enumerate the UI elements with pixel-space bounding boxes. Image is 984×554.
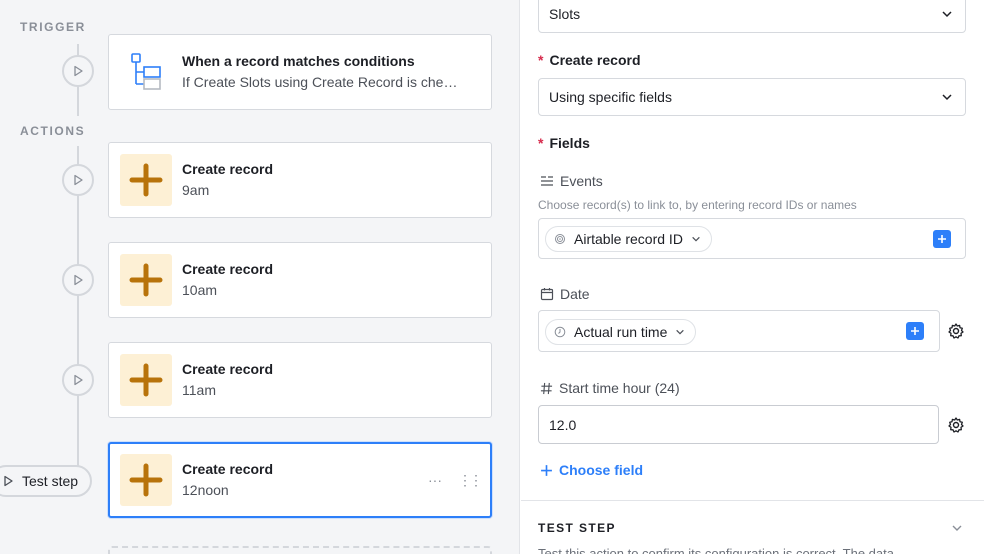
required-mark: * [538, 135, 544, 151]
trigger-title: When a record matches conditions [182, 53, 415, 69]
trigger-subtitle: If Create Slots using Create Record is c… [182, 74, 458, 90]
play-icon [74, 274, 83, 286]
table-select[interactable]: Slots [538, 0, 966, 33]
chevron-down-icon [676, 329, 685, 335]
action-subtitle: 11am [182, 382, 216, 398]
action-card[interactable]: Create record 9am [108, 142, 492, 218]
start-time-field-label: Start time hour (24) [540, 380, 680, 396]
plus-icon [129, 463, 163, 497]
action-card-selected[interactable]: Create record 12noon ··· ⋮⋮ [108, 442, 492, 518]
test-step-button[interactable]: Test step [0, 465, 92, 497]
gear-icon[interactable] [947, 322, 965, 340]
run-step-button[interactable] [62, 364, 94, 396]
test-step-description: Test this action to confirm its configur… [538, 546, 894, 554]
action-title: Create record [182, 461, 274, 477]
play-icon [74, 65, 83, 77]
fingerprint-icon [555, 234, 565, 244]
linked-record-icon [541, 176, 553, 186]
create-record-icon-wrap [120, 154, 172, 206]
action-title: Create record [182, 161, 274, 177]
action-subtitle: 12noon [182, 482, 229, 498]
play-icon [4, 475, 13, 487]
chevron-down-icon [692, 236, 700, 242]
required-mark: * [538, 52, 544, 68]
action-card[interactable]: Create record 10am [108, 242, 492, 318]
action-title: Create record [182, 361, 274, 377]
number-icon [540, 382, 553, 394]
plus-icon [129, 363, 163, 397]
airtable-record-id-pill[interactable]: Airtable record ID [545, 226, 712, 252]
test-step-section-title[interactable]: TEST STEP [538, 521, 616, 535]
run-step-button[interactable] [62, 164, 94, 196]
drag-handle-icon[interactable]: ⋮⋮ [458, 472, 483, 489]
events-input[interactable]: Airtable record ID [538, 218, 966, 259]
trigger-card[interactable]: When a record matches conditions If Crea… [108, 34, 492, 110]
events-field-label: Events [540, 173, 603, 189]
config-panel: Slots * Create record Using specific fiel… [521, 0, 984, 554]
workflow-canvas: TRIGGER ACTIONS Test step When a record … [0, 0, 520, 554]
play-icon [74, 174, 83, 186]
conditions-icon [131, 53, 161, 90]
plus-icon [541, 464, 552, 476]
more-options-icon[interactable]: ··· [428, 472, 442, 489]
test-step-label: Test step [22, 473, 79, 489]
calendar-icon [540, 288, 554, 301]
create-record-select[interactable]: Using specific fields [538, 78, 966, 116]
action-subtitle: 10am [182, 282, 218, 298]
plus-icon [129, 263, 163, 297]
gear-icon[interactable] [947, 416, 965, 434]
start-time-input[interactable]: 12.0 [538, 405, 939, 444]
play-icon [74, 374, 83, 386]
actual-run-time-pill[interactable]: Actual run time [545, 319, 697, 345]
create-record-label: * Create record [538, 52, 641, 68]
insert-token-button[interactable] [933, 230, 951, 248]
trigger-icon-wrap [120, 46, 172, 98]
choose-field-button[interactable]: Choose field [540, 462, 643, 478]
actions-section-label: ACTIONS [20, 124, 86, 138]
table-select-value: Slots [549, 6, 581, 22]
plus-icon [911, 327, 919, 335]
chevron-down-icon [942, 94, 952, 101]
create-record-icon-wrap [120, 254, 172, 306]
date-field-label: Date [540, 286, 590, 302]
trigger-section-label: TRIGGER [20, 20, 86, 34]
add-step-placeholder[interactable] [108, 546, 492, 554]
events-hint: Choose record(s) to link to, by entering… [538, 198, 857, 212]
date-input[interactable]: Actual run time [538, 310, 940, 352]
fields-label: * Fields [538, 135, 590, 151]
run-trigger-button[interactable] [62, 55, 94, 87]
action-title: Create record [182, 261, 274, 277]
create-record-icon-wrap [120, 354, 172, 406]
run-step-button[interactable] [62, 264, 94, 296]
action-card[interactable]: Create record 11am [108, 342, 492, 418]
create-record-select-value: Using specific fields [549, 89, 672, 105]
plus-icon [938, 235, 946, 243]
chevron-down-icon [942, 11, 952, 18]
create-record-icon-wrap [120, 454, 172, 506]
action-subtitle: 9am [182, 182, 210, 198]
insert-token-button[interactable] [906, 322, 924, 340]
clock-icon [554, 326, 566, 338]
divider [521, 500, 984, 501]
plus-icon [129, 163, 163, 197]
chevron-down-icon[interactable] [951, 522, 963, 534]
